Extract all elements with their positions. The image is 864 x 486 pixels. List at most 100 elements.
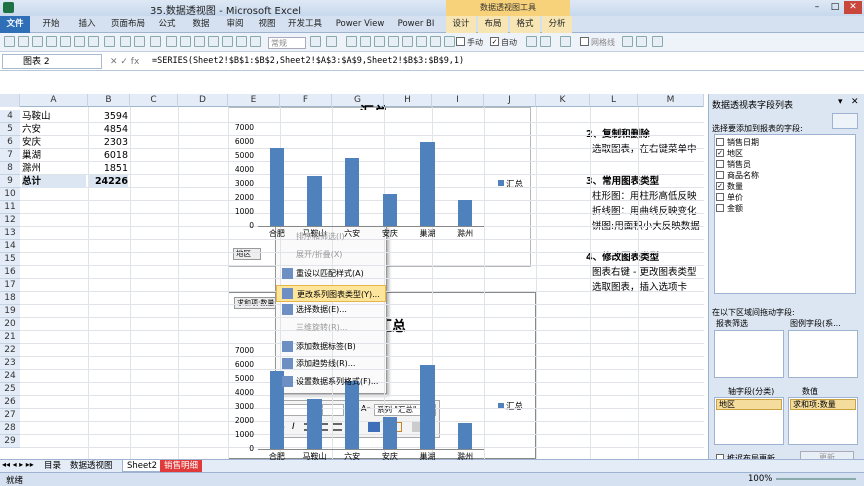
manual-checkbox[interactable] xyxy=(456,37,465,46)
column-header[interactable]: C xyxy=(130,94,178,107)
chart-bar[interactable] xyxy=(458,200,473,226)
merge-icon[interactable] xyxy=(180,36,191,47)
row-header[interactable]: 10 xyxy=(0,188,20,201)
field-label[interactable]: 销售日期 xyxy=(727,137,759,148)
row-header[interactable]: 24 xyxy=(0,370,20,383)
cell-value[interactable]: 24226 xyxy=(88,175,128,188)
column-header[interactable]: D xyxy=(178,94,228,107)
fx-icon[interactable]: ✕ ✓ fx xyxy=(110,57,139,67)
tab-developer[interactable]: 开发工具 xyxy=(284,16,326,33)
table-icon[interactable] xyxy=(194,36,205,47)
column-header[interactable]: F xyxy=(280,94,332,107)
row-header[interactable]: 20 xyxy=(0,318,20,331)
field-checkbox[interactable]: ✓ xyxy=(716,149,724,157)
field-layout-icon[interactable] xyxy=(832,113,858,129)
sheet-tab-sales[interactable]: 销售明细 xyxy=(160,460,203,472)
chart-bar[interactable] xyxy=(382,193,397,226)
sheet-icon[interactable] xyxy=(526,36,537,47)
tab-page-layout[interactable]: 页面布局 xyxy=(106,16,150,33)
italic-icon[interactable]: I xyxy=(292,422,295,432)
row-header[interactable]: 29 xyxy=(0,435,20,448)
open-icon[interactable] xyxy=(18,36,29,47)
tab-view[interactable]: 视图 xyxy=(252,16,282,33)
cell-value[interactable]: 1851 xyxy=(88,162,128,175)
values-field-item[interactable]: 求和项:数量 xyxy=(790,399,856,410)
field-checkbox[interactable] xyxy=(716,160,724,168)
sort-desc-icon[interactable] xyxy=(134,36,145,47)
column-header[interactable]: H xyxy=(384,94,432,107)
cell-region[interactable]: 六安 xyxy=(22,123,86,136)
tab-data[interactable]: 数据 xyxy=(186,16,216,33)
field-checkbox[interactable] xyxy=(716,171,724,179)
row-header[interactable]: 6 xyxy=(0,136,20,149)
field-checkbox[interactable] xyxy=(716,193,724,201)
number-format-select[interactable]: 常规 xyxy=(268,37,306,49)
chart-bar[interactable] xyxy=(307,175,322,226)
field-label[interactable]: 金额 xyxy=(727,203,743,214)
gridlines-checkbox[interactable] xyxy=(580,37,589,46)
cell-value[interactable]: 3594 xyxy=(88,110,128,123)
insert-col-icon[interactable] xyxy=(236,36,247,47)
grid-icon[interactable] xyxy=(560,36,571,47)
row-header[interactable]: 21 xyxy=(0,331,20,344)
cell-value[interactable]: 4854 xyxy=(88,123,128,136)
tab-insert[interactable]: 插入 xyxy=(70,16,104,33)
delete-row-icon[interactable] xyxy=(222,36,233,47)
minimize-icon[interactable]: – xyxy=(808,1,826,14)
row-header[interactable]: 22 xyxy=(0,344,20,357)
freeze-icon[interactable] xyxy=(540,36,551,47)
axis-field-item[interactable]: 地区 xyxy=(716,399,782,410)
align-right-icon[interactable] xyxy=(374,36,385,47)
row-header[interactable]: 13 xyxy=(0,227,20,240)
chart-bar[interactable] xyxy=(269,148,284,226)
picture-icon[interactable] xyxy=(622,36,633,47)
formula-input[interactable]: =SERIES(Sheet2!$B$1:$B$2,Sheet2!$A$3:$A$… xyxy=(152,56,464,66)
chart-bar[interactable] xyxy=(345,381,360,449)
delete-col-icon[interactable] xyxy=(250,36,261,47)
row-header[interactable]: 9 xyxy=(0,175,20,188)
auto-checkbox[interactable]: ✓ xyxy=(490,37,499,46)
row-header[interactable]: 4 xyxy=(0,110,20,123)
row-header[interactable]: 19 xyxy=(0,305,20,318)
align-left-icon[interactable] xyxy=(346,36,357,47)
cell-region[interactable]: 马鞍山 xyxy=(22,110,86,123)
undo-icon[interactable] xyxy=(88,36,99,47)
close-icon[interactable]: ✕ xyxy=(844,1,862,14)
column-header[interactable]: E xyxy=(228,94,280,107)
column-header[interactable]: A xyxy=(20,94,88,107)
print-icon[interactable] xyxy=(46,36,57,47)
pane-dropdown-icon[interactable]: ▾ xyxy=(838,97,843,107)
sheet-nav-icon[interactable]: ◂◂ ◂ ▸ ▸▸ xyxy=(2,460,34,469)
calc-icon[interactable] xyxy=(430,36,441,47)
sort-asc-icon[interactable] xyxy=(120,36,131,47)
mini-size-select[interactable] xyxy=(322,404,344,416)
autosum-icon[interactable] xyxy=(310,36,321,47)
customize-qat-icon[interactable] xyxy=(652,36,663,47)
field-checkbox[interactable] xyxy=(716,204,724,212)
new-icon[interactable] xyxy=(32,36,43,47)
row-header[interactable]: 23 xyxy=(0,357,20,370)
fill-color-icon[interactable] xyxy=(326,36,337,47)
chart-bar[interactable] xyxy=(420,364,435,449)
row-header[interactable]: 17 xyxy=(0,279,20,292)
chart-bar[interactable] xyxy=(458,423,473,449)
row-header[interactable]: 5 xyxy=(0,123,20,136)
save-icon[interactable] xyxy=(4,36,15,47)
tab-review[interactable]: 审阅 xyxy=(220,16,250,33)
row-header[interactable]: 7 xyxy=(0,149,20,162)
cell-region[interactable]: 巢湖 xyxy=(22,149,86,162)
align-right-mini-icon[interactable] xyxy=(332,423,342,431)
fill-mini-icon[interactable] xyxy=(368,422,380,432)
zoom-icon[interactable] xyxy=(444,36,455,47)
cell-value[interactable]: 2303 xyxy=(88,136,128,149)
column-header[interactable]: M xyxy=(638,94,704,107)
tab-formulas[interactable]: 公式 xyxy=(152,16,182,33)
chart1-field-button[interactable]: 地区 xyxy=(233,248,261,260)
zoom-slider[interactable] xyxy=(776,478,856,480)
chart-bar[interactable] xyxy=(382,416,397,449)
row-header[interactable]: 28 xyxy=(0,422,20,435)
tab-layout[interactable]: 布局 xyxy=(478,16,508,33)
format-painter-icon[interactable] xyxy=(150,36,161,47)
tab-power-view[interactable]: Power View xyxy=(334,16,386,33)
chart-bar[interactable] xyxy=(345,158,360,226)
